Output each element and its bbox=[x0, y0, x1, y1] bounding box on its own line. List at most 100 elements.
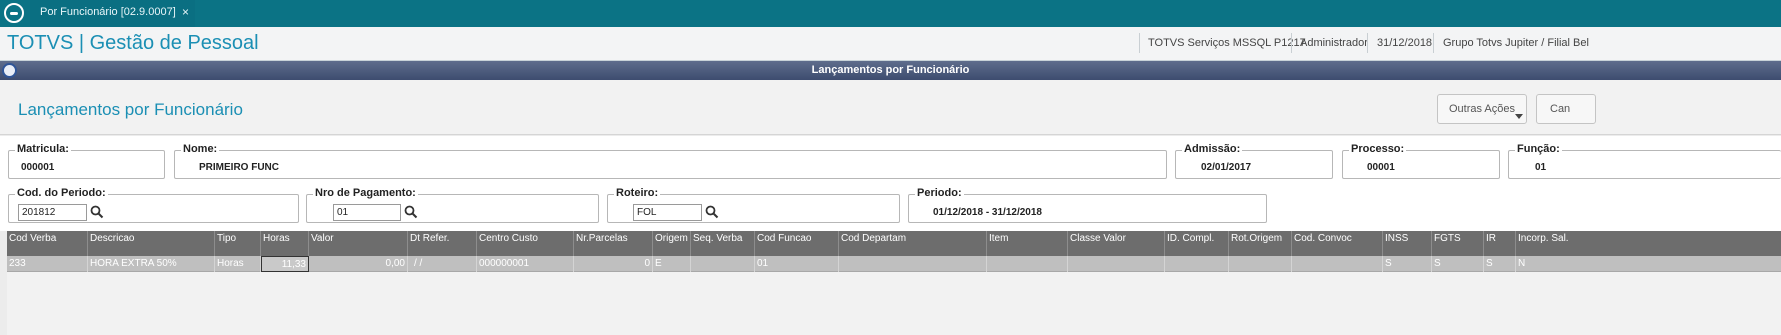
roteiro-label: Roteiro: bbox=[614, 187, 661, 199]
column-header[interactable]: Rot.Origem bbox=[1229, 231, 1292, 256]
cell-cod-funcao[interactable]: 01 bbox=[755, 256, 839, 272]
cell-ir[interactable]: S bbox=[1484, 256, 1516, 272]
cell-nr-parcelas[interactable]: 0 bbox=[574, 256, 653, 272]
processo-label: Processo: bbox=[1349, 143, 1407, 155]
cell-centro-custo[interactable]: 000000001 bbox=[477, 256, 574, 272]
cod-periodo-label: Cod. do Periodo: bbox=[15, 187, 108, 199]
column-header[interactable]: Cod Funcao bbox=[755, 231, 839, 256]
other-actions-button[interactable]: Outras Ações bbox=[1437, 94, 1527, 124]
cod-periodo-field: Cod. do Periodo: 201812 bbox=[8, 187, 299, 223]
periodo-field: Periodo: 01/12/2018 - 31/12/2018 bbox=[908, 187, 1267, 223]
column-header[interactable]: IR bbox=[1484, 231, 1516, 256]
cell-cod-verba[interactable]: 233 bbox=[7, 256, 88, 272]
processo-field: Processo: 00001 bbox=[1342, 143, 1500, 179]
periodo-value: 01/12/2018 - 31/12/2018 bbox=[933, 207, 1042, 218]
column-header[interactable]: Horas bbox=[261, 231, 309, 256]
roteiro-input[interactable]: FOL bbox=[633, 204, 702, 221]
divider bbox=[1433, 33, 1434, 53]
cod-periodo-input[interactable]: 201812 bbox=[18, 204, 87, 221]
cell-descricao[interactable]: HORA EXTRA 50% bbox=[88, 256, 215, 272]
date-label: 31/12/2018 bbox=[1377, 37, 1433, 49]
search-icon[interactable] bbox=[404, 205, 418, 219]
matricula-label: Matricula: bbox=[15, 143, 71, 155]
column-header[interactable]: Valor bbox=[309, 231, 408, 256]
nro-pagamento-label: Nro de Pagamento: bbox=[313, 187, 418, 199]
column-header[interactable]: Nr.Parcelas bbox=[574, 231, 653, 256]
cell-fgts[interactable]: S bbox=[1432, 256, 1484, 272]
nome-value: PRIMEIRO FUNC bbox=[199, 162, 279, 173]
column-header[interactable]: Cod. Convoc bbox=[1292, 231, 1383, 256]
column-header[interactable]: Descricao bbox=[88, 231, 215, 256]
cell-cod-departam[interactable] bbox=[839, 256, 987, 272]
table-row[interactable]: 233 HORA EXTRA 50% Horas 11,33 0,00 / / … bbox=[7, 256, 1781, 272]
divider bbox=[1367, 33, 1368, 53]
column-header[interactable]: Incorp. Sal. bbox=[1516, 231, 1781, 256]
top-tab-bar: Por Funcionário [02.9.0007] × bbox=[0, 0, 1781, 27]
funcao-label: Função: bbox=[1515, 143, 1562, 155]
column-header[interactable]: Cod Verba bbox=[7, 231, 88, 256]
dialog-title-bar: Lançamentos por Funcionário bbox=[0, 61, 1781, 80]
funcao-value: 01 bbox=[1535, 162, 1547, 173]
page-header: Lançamentos por Funcionário Outras Ações… bbox=[0, 80, 1781, 135]
admissao-value: 02/01/2017 bbox=[1201, 162, 1252, 173]
dialog-title: Lançamentos por Funcionário bbox=[811, 64, 970, 76]
branch-label: Grupo Totvs Jupiter / Filial Bel bbox=[1443, 37, 1589, 49]
form-area: Matricula: 000001 Nome: PRIMEIRO FUNC Ad… bbox=[0, 136, 1781, 231]
cell-item[interactable] bbox=[987, 256, 1068, 272]
cell-incorp-sal[interactable]: N bbox=[1516, 256, 1781, 272]
admissao-label: Admissão: bbox=[1182, 143, 1243, 155]
column-header[interactable]: Centro Custo bbox=[477, 231, 574, 256]
close-icon[interactable]: × bbox=[182, 5, 189, 19]
search-icon[interactable] bbox=[90, 205, 104, 219]
app-header: TOTVS | Gestão de Pessoal TOTVS Serviços… bbox=[0, 27, 1781, 61]
matricula-value: 000001 bbox=[21, 162, 55, 173]
nro-pagamento-field: Nro de Pagamento: 01 bbox=[306, 187, 599, 223]
cell-tipo[interactable]: Horas bbox=[215, 256, 261, 272]
admissao-field: Admissão: 02/01/2017 bbox=[1175, 143, 1333, 179]
cell-dt-refer[interactable]: / / bbox=[408, 256, 477, 272]
cancel-button[interactable]: Can bbox=[1536, 94, 1596, 124]
app-title: TOTVS | Gestão de Pessoal bbox=[7, 32, 259, 54]
column-header[interactable]: Seq. Verba bbox=[691, 231, 755, 256]
column-header[interactable]: Classe Valor bbox=[1068, 231, 1165, 256]
cell-horas[interactable]: 11,33 bbox=[261, 256, 309, 272]
column-header[interactable]: ID. Compl. bbox=[1165, 231, 1229, 256]
column-header[interactable]: FGTS bbox=[1432, 231, 1484, 256]
column-header[interactable]: Cod Departam bbox=[839, 231, 987, 256]
cell-seq-verba[interactable] bbox=[691, 256, 755, 272]
user-label: Administrador bbox=[1300, 37, 1368, 49]
tab-por-funcionario[interactable]: Por Funcionário [02.9.0007] × bbox=[30, 0, 195, 27]
nome-label: Nome: bbox=[181, 143, 220, 155]
column-header[interactable]: Origem bbox=[653, 231, 691, 256]
cell-cod-convoc[interactable] bbox=[1292, 256, 1383, 272]
funcao-field: Função: 01 bbox=[1508, 143, 1781, 179]
search-icon[interactable] bbox=[705, 205, 719, 219]
column-header[interactable]: INSS bbox=[1383, 231, 1432, 256]
periodo-label: Periodo: bbox=[915, 187, 964, 199]
cell-classe-valor[interactable] bbox=[1068, 256, 1165, 272]
nome-field: Nome: PRIMEIRO FUNC bbox=[174, 143, 1167, 179]
column-header[interactable]: Dt Refer. bbox=[408, 231, 477, 256]
column-header[interactable]: Item bbox=[987, 231, 1068, 256]
matricula-field: Matricula: 000001 bbox=[8, 143, 165, 179]
divider bbox=[1139, 33, 1140, 53]
nro-pagamento-input[interactable]: 01 bbox=[333, 204, 401, 221]
dialog-icon[interactable] bbox=[2, 63, 17, 78]
cancel-label: Can bbox=[1550, 103, 1571, 115]
column-header[interactable]: Tipo bbox=[215, 231, 261, 256]
grid-header: Cod Verba Descricao Tipo Horas Valor Dt … bbox=[7, 231, 1781, 256]
launches-grid[interactable]: Cod Verba Descricao Tipo Horas Valor Dt … bbox=[7, 231, 1781, 335]
cell-id-compl[interactable] bbox=[1165, 256, 1229, 272]
tab-label: Por Funcionário [02.9.0007] bbox=[40, 6, 176, 18]
cell-origem[interactable]: E bbox=[653, 256, 691, 272]
divider bbox=[1291, 33, 1292, 53]
processo-value: 00001 bbox=[1367, 162, 1395, 173]
cell-valor[interactable]: 0,00 bbox=[309, 256, 408, 272]
cell-inss[interactable]: S bbox=[1383, 256, 1432, 272]
cell-rot-origem[interactable] bbox=[1229, 256, 1292, 272]
page-title: Lançamentos por Funcionário bbox=[18, 100, 243, 119]
roteiro-field: Roteiro: FOL bbox=[607, 187, 900, 223]
totvs-logo-icon[interactable] bbox=[4, 3, 24, 23]
other-actions-label: Outras Ações bbox=[1448, 103, 1516, 115]
environment-label: TOTVS Serviços MSSQL P1217 bbox=[1148, 37, 1306, 49]
